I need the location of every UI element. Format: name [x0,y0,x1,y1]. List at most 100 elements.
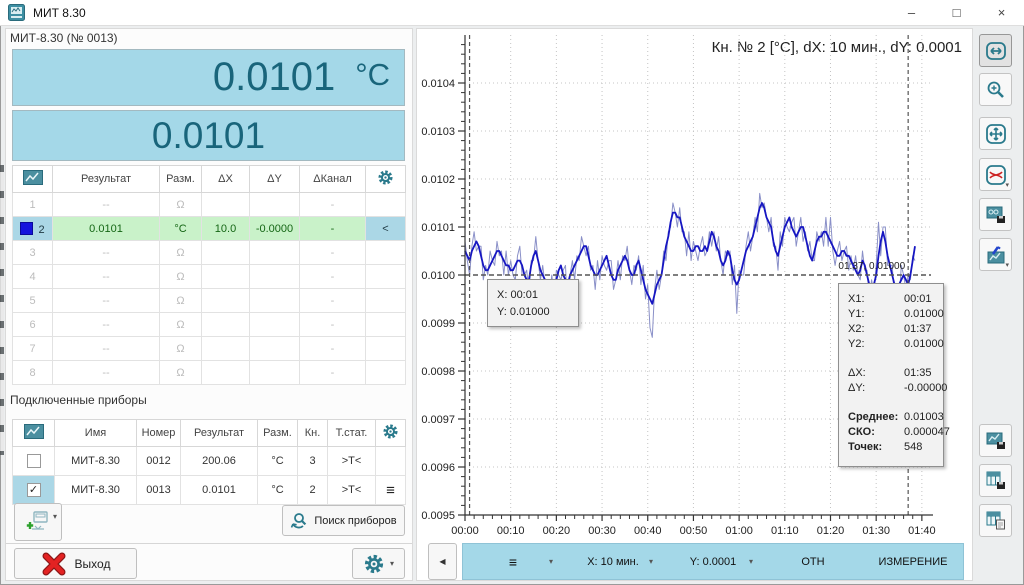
chart-toolbar-item[interactable]: ≡▾ [463,544,563,579]
device-cell[interactable]: МИТ-8.30 [55,447,137,476]
channel-cell[interactable] [202,361,250,385]
channel-cell[interactable]: 3 [13,241,53,265]
channel-row[interactable]: 20.0101°C10.0-0.0000-< [13,217,406,241]
channel-cell[interactable] [366,289,406,313]
save-table-button[interactable] [979,464,1012,497]
channel-row[interactable]: 4--Ω - [13,265,406,289]
device-cell[interactable]: МИТ-8.30 [55,476,137,505]
channel-cell[interactable]: 0.0101 [53,217,160,241]
channel-cell[interactable]: Ω [160,193,202,217]
channel-cell[interactable]: Ω [160,313,202,337]
add-device-button[interactable]: ▾ [14,503,62,541]
channel-cell[interactable]: < [366,217,406,241]
panel-settings-button[interactable]: ▾ [352,548,405,579]
copy-screen-button[interactable] [979,198,1012,231]
channels-settings-column-header[interactable] [366,166,406,193]
channel-cell[interactable]: - [300,337,366,361]
save-chart-button[interactable] [979,424,1012,457]
device-cell[interactable]: °C [258,476,298,505]
channel-cell[interactable]: - [300,241,366,265]
channel-cell[interactable]: °C [160,217,202,241]
channel-cell[interactable] [202,265,250,289]
channel-row[interactable]: 8--Ω - [13,361,406,385]
channel-cell[interactable]: Ω [160,241,202,265]
minimize-button[interactable]: – [889,0,934,25]
channel-cell[interactable]: Ω [160,361,202,385]
fit-horizontal-button[interactable] [979,34,1012,67]
channel-cell[interactable] [366,265,406,289]
export-table-button[interactable] [979,504,1012,537]
channel-cell[interactable] [366,241,406,265]
device-cell[interactable]: 200.06 [181,447,258,476]
channel-cell[interactable] [366,361,406,385]
channel-cell[interactable]: Ω [160,265,202,289]
channel-cell[interactable] [250,313,300,337]
device-select-cell[interactable] [13,447,55,476]
channel-cell[interactable]: -- [53,289,160,313]
device-cell[interactable]: 0012 [137,447,181,476]
device-cell[interactable]: 2 [298,476,328,505]
channel-cell[interactable] [366,313,406,337]
device-menu-icon[interactable]: ≡ [386,482,395,499]
channel-row[interactable]: 7--Ω - [13,337,406,361]
channel-cell[interactable] [202,241,250,265]
device-cell[interactable]: 0.0101 [181,476,258,505]
channel-row[interactable]: 3--Ω - [13,241,406,265]
channel-cell[interactable]: 6 [13,313,53,337]
channel-cell[interactable]: -- [53,337,160,361]
channel-cell[interactable]: -- [53,193,160,217]
channel-row[interactable]: 1--Ω- [13,193,406,217]
device-menu-cell[interactable] [376,447,406,476]
device-row[interactable]: МИТ-8.300012200.06°C3>T< [13,447,406,476]
channel-cell[interactable] [250,337,300,361]
channel-cell[interactable]: - [300,193,366,217]
device-cell[interactable]: °C [258,447,298,476]
channel-cell[interactable]: 7 [13,337,53,361]
device-cell[interactable]: >T< [328,476,376,505]
channel-cell[interactable] [250,265,300,289]
channel-cell[interactable]: - [300,313,366,337]
search-devices-button[interactable]: Поиск приборов [282,505,405,536]
device-menu-cell[interactable]: ≡ [376,476,406,505]
channel-cell[interactable]: - [300,361,366,385]
device-row[interactable]: ✓МИТ-8.3000130.0101°C2>T< ≡ [13,476,406,505]
channel-cell[interactable]: -- [53,265,160,289]
channel-cell[interactable]: 2 [13,217,53,241]
device-select-cell[interactable]: ✓ [13,476,55,505]
channel-cell[interactable]: 4 [13,265,53,289]
channel-cell[interactable]: Ω [160,289,202,313]
clear-curves-button[interactable]: ▾ [979,158,1012,191]
pan-button[interactable] [979,117,1012,150]
channel-cell[interactable]: - [300,289,366,313]
channel-cell[interactable] [202,313,250,337]
chart-toolbar-item[interactable]: ИЗМЕРЕНИЕ [863,544,963,579]
channel-cell[interactable]: -- [53,313,160,337]
channel-cell[interactable] [250,361,300,385]
maximize-button[interactable]: □ [934,0,979,25]
channel-cell[interactable]: 8 [13,361,53,385]
channel-cell[interactable]: -- [53,361,160,385]
edit-chart-button[interactable]: ▾ [979,238,1012,271]
channel-cell[interactable] [250,241,300,265]
channel-row[interactable]: 5--Ω - [13,289,406,313]
scroll-back-button[interactable]: ◀ [428,543,457,580]
devices-settings-column-header[interactable] [376,420,406,447]
chart-toolbar-item[interactable]: ОТН [763,544,863,579]
close-button[interactable]: × [979,0,1024,25]
channel-cell[interactable] [202,193,250,217]
channel-cell[interactable] [366,337,406,361]
chart-toolbar-item[interactable]: Y: 0.0001▾ [663,544,763,579]
channel-cell[interactable] [250,289,300,313]
exit-button[interactable]: Выход [14,548,137,579]
channel-cell[interactable]: 5 [13,289,53,313]
zoom-in-button[interactable] [979,73,1012,106]
channel-cell[interactable] [202,289,250,313]
device-cell[interactable]: 0013 [137,476,181,505]
channel-cell[interactable]: Ω [160,337,202,361]
channel-cell[interactable]: - [300,217,366,241]
channel-cell[interactable]: -- [53,241,160,265]
channels-plot-column-header[interactable] [13,166,53,193]
channel-cell[interactable]: - [300,265,366,289]
device-checkbox[interactable] [27,454,41,468]
channel-cell[interactable] [250,193,300,217]
